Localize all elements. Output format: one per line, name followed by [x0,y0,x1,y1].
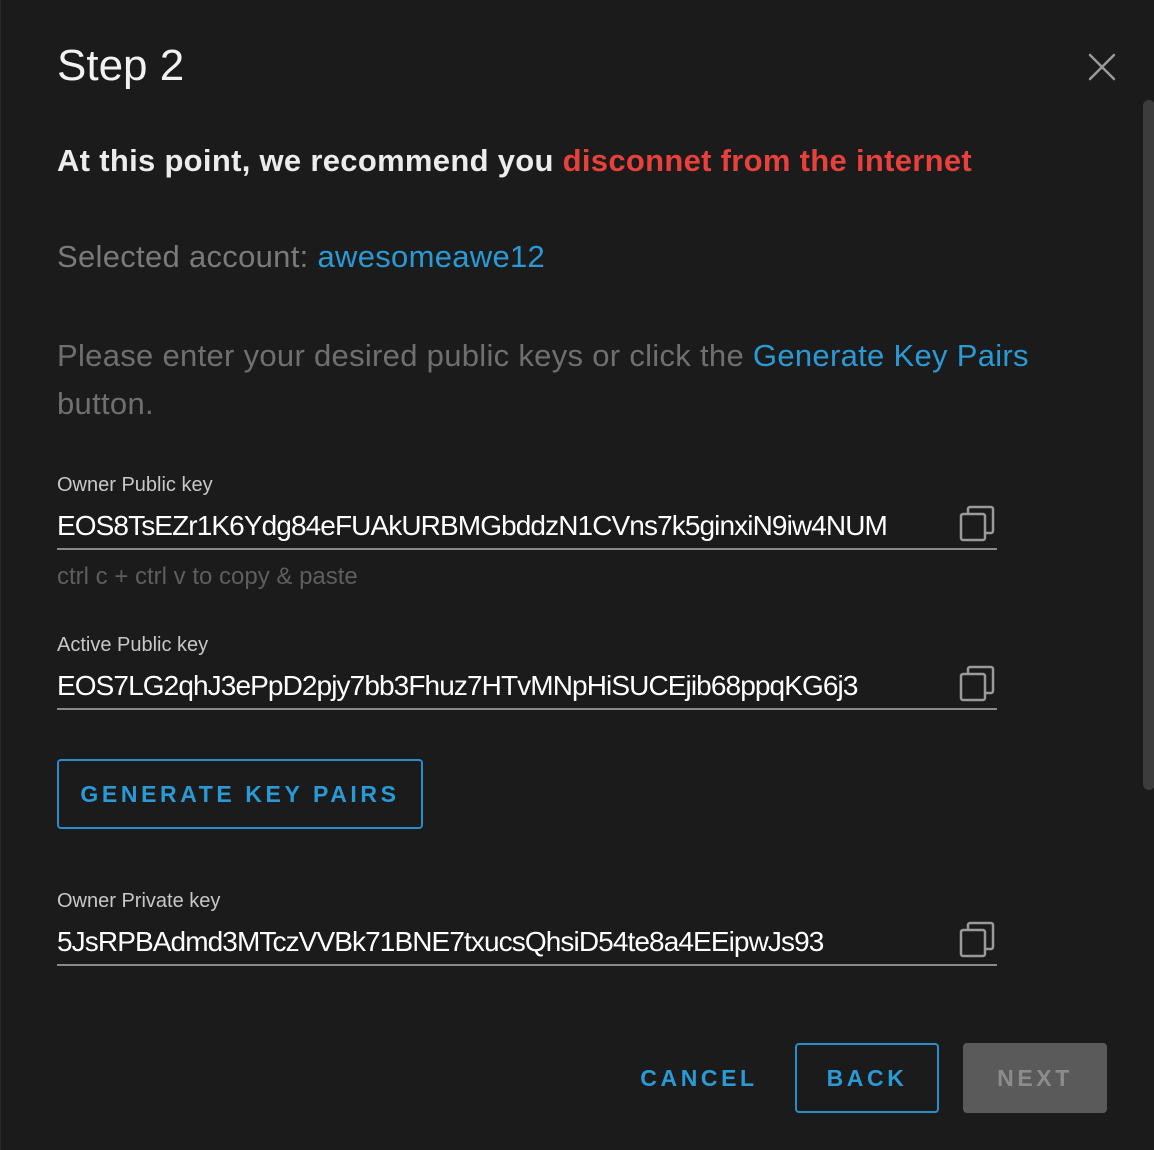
copy-paste-hint: ctrl c + ctrl v to copy & paste [57,563,358,590]
owner-public-key-value[interactable]: EOS8TsEZr1K6Ydg84eFUAkURBMGbddzN1CVns7k5… [57,508,888,544]
instructions-text: Please enter your desired public keys or… [57,332,1067,428]
warning-text: At this point, we recommend you [57,143,563,178]
owner-public-key-field[interactable]: EOS8TsEZr1K6Ydg84eFUAkURBMGbddzN1CVns7k5… [57,504,997,550]
selected-account-name: awesomeawe12 [317,239,546,274]
copy-icon [959,665,995,702]
instructions-suffix: button. [57,386,154,421]
warning-highlight: disconnet from the internet [562,143,973,178]
owner-public-key-label: Owner Public key [57,474,213,496]
dialog-title: Step 2 [57,41,185,90]
owner-private-key-field[interactable]: 5JsRPBAdmd3MTczVVBk71BNE7txucsQhsiD54te8… [57,920,997,966]
owner-private-key-label: Owner Private key [57,890,221,912]
back-button[interactable]: BACK [795,1043,939,1113]
generate-key-pairs-link[interactable]: Generate Key Pairs [753,338,1029,373]
generate-key-pairs-button[interactable]: GENERATE KEY PAIRS [57,759,423,829]
scrollbar-thumb[interactable] [1143,100,1154,790]
owner-private-key-value[interactable]: 5JsRPBAdmd3MTczVVBk71BNE7txucsQhsiD54te8… [57,924,824,960]
selected-account-label: Selected account: [57,239,318,274]
active-public-key-copy-button[interactable] [957,664,997,704]
next-button[interactable]: NEXT [963,1043,1107,1113]
active-public-key-value[interactable]: EOS7LG2qhJ3ePpD2pjy7bb3Fhuz7HTvMNpHiSUCE… [57,668,858,704]
disconnect-warning: At this point, we recommend you disconne… [57,140,972,182]
copy-icon [959,921,995,958]
owner-public-key-copy-button[interactable] [957,504,997,544]
close-icon [1088,53,1116,81]
active-public-key-field[interactable]: EOS7LG2qhJ3ePpD2pjy7bb3Fhuz7HTvMNpHiSUCE… [57,664,997,710]
cancel-button[interactable]: CANCEL [621,1043,777,1113]
selected-account-line: Selected account: awesomeawe12 [57,236,545,278]
active-public-key-label: Active Public key [57,634,209,656]
instructions-prefix: Please enter your desired public keys or… [57,338,753,373]
owner-private-key-copy-button[interactable] [957,920,997,960]
copy-icon [959,505,995,542]
close-button[interactable] [1081,46,1123,88]
step-dialog: Step 2 At this point, we recommend you d… [0,0,1154,1150]
